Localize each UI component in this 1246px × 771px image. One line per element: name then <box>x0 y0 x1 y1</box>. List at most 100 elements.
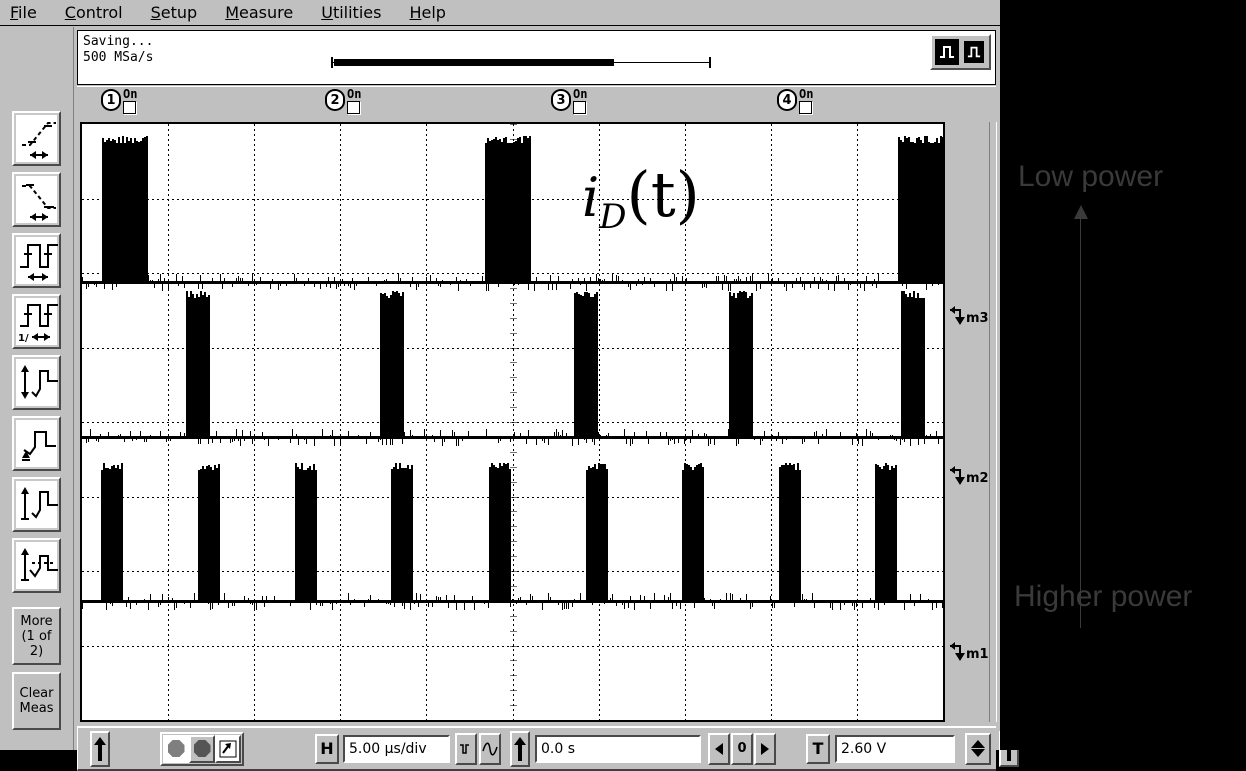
grid-center-tick <box>510 526 517 527</box>
marker-m1[interactable]: m1 <box>949 641 989 667</box>
trace-noise <box>370 432 371 436</box>
trace-noise <box>154 284 155 288</box>
trace-noise <box>144 439 145 442</box>
trace-noise <box>334 439 335 446</box>
menu-item-setup[interactable]: Setup <box>151 3 198 23</box>
more-label-line1: More <box>20 613 53 629</box>
trace-noise <box>510 603 511 607</box>
vertical-scale-up-button[interactable] <box>90 730 110 767</box>
run-button[interactable] <box>163 734 189 763</box>
trace-noise <box>382 439 383 445</box>
trace-noise <box>578 278 579 281</box>
trigger-level-stepper[interactable] <box>965 732 991 765</box>
trace-noise <box>264 603 265 607</box>
menu-item-help[interactable]: Help <box>409 3 445 23</box>
position-zero-button[interactable]: 0 <box>731 732 753 765</box>
trace-noise <box>320 284 321 289</box>
stop-button[interactable] <box>189 734 215 763</box>
trace-noise <box>378 599 379 600</box>
trace-noise <box>468 431 469 436</box>
trace-noise <box>88 284 89 287</box>
channel-4-control[interactable]: 4 On <box>777 88 813 114</box>
waveform-display-framed-icon[interactable] <box>962 39 986 65</box>
trace-noise <box>804 439 805 442</box>
channel-3-checkbox[interactable] <box>573 101 586 114</box>
waveform-display[interactable]: iD(t) <box>80 122 945 722</box>
channel-2-checkbox[interactable] <box>347 101 360 114</box>
trace-noise <box>470 284 471 286</box>
trace-noise <box>392 439 393 445</box>
trace-noise <box>172 598 173 600</box>
trigger-level-field[interactable]: 2.60 V <box>835 734 955 763</box>
trace-noise <box>932 284 933 286</box>
stepper-down-icon[interactable] <box>971 749 985 757</box>
trace-noise <box>310 603 311 610</box>
acquisition-status-line1: Saving... <box>83 34 154 49</box>
more-measurements-button[interactable]: More (1 of 2) <box>12 607 61 665</box>
trace-noise <box>866 276 867 281</box>
peak-to-peak-button[interactable] <box>12 355 61 410</box>
position-left-button[interactable] <box>708 732 730 765</box>
trace-noise <box>474 603 475 610</box>
menu-item-measure[interactable]: Measure <box>225 3 293 23</box>
rise-time-button[interactable] <box>12 111 61 166</box>
trace-noise <box>600 279 601 281</box>
stepper-up-icon[interactable] <box>971 740 985 748</box>
channel-3-control[interactable]: 3 On <box>551 88 587 114</box>
period-button[interactable] <box>12 233 61 288</box>
menu-item-utilities[interactable]: Utilities <box>321 3 381 23</box>
trace-noise <box>534 284 535 291</box>
average-button[interactable] <box>12 538 61 593</box>
clear-measurements-button[interactable]: Clear Meas <box>12 672 61 730</box>
peak-to-peak-icon <box>16 359 58 406</box>
trace-noise <box>516 603 517 604</box>
delay-scale-button[interactable] <box>510 730 530 767</box>
maximum-button[interactable] <box>12 416 61 471</box>
run-circle-icon <box>167 740 185 757</box>
trace-noise <box>432 435 433 436</box>
trace-noise <box>350 603 351 605</box>
position-right-button[interactable] <box>754 732 776 765</box>
trace-noise <box>548 284 549 290</box>
trigger-setup-button[interactable]: T <box>806 733 830 764</box>
oscilloscope-window: File Control Setup Measure Utilities Hel… <box>0 0 1019 771</box>
marker-m2[interactable]: m2 <box>949 465 989 491</box>
channel-1-control[interactable]: 1 On <box>101 88 137 114</box>
single-shot-button[interactable] <box>215 734 241 763</box>
trace-noise <box>558 603 559 605</box>
channel-4-checkbox[interactable] <box>799 101 812 114</box>
trace-noise <box>596 274 597 281</box>
trace-noise <box>638 279 639 281</box>
delay-field[interactable]: 0.0 s <box>535 734 701 763</box>
pulse-m3-1 <box>102 144 148 282</box>
marker-m1-label: m1 <box>966 646 989 662</box>
trace-noise <box>118 435 119 436</box>
menu-item-file[interactable]: File <box>10 3 37 23</box>
trace-noise <box>168 597 169 600</box>
trace-noise <box>826 280 827 281</box>
fall-time-button[interactable] <box>12 172 61 227</box>
frequency-button[interactable]: 1/ <box>12 294 61 349</box>
horizontal-setup-button[interactable]: H <box>315 733 339 764</box>
channel-1-checkbox[interactable] <box>123 101 136 114</box>
trace-noise <box>844 278 845 281</box>
trace-noise <box>168 284 169 291</box>
trace-noise <box>390 439 391 445</box>
channel-2-control[interactable]: 2 On <box>325 88 361 114</box>
vertical-scroll-rail[interactable] <box>989 122 997 722</box>
marker-m3[interactable]: m3 <box>949 305 989 331</box>
trace-noise <box>814 432 815 436</box>
progress-fill <box>334 59 614 66</box>
timebase-field[interactable]: 5.00 µs/div <box>343 734 450 763</box>
amplitude-button[interactable] <box>12 477 61 532</box>
trace-noise <box>358 435 359 436</box>
right-arrow-icon <box>761 742 769 755</box>
trace-noise <box>140 431 141 436</box>
trace-noise <box>648 439 649 444</box>
power-arrow-head-icon <box>1074 205 1088 219</box>
timebase-decrease-button[interactable] <box>455 732 477 765</box>
timebase-increase-button[interactable] <box>479 732 501 765</box>
menu-item-control[interactable]: Control <box>65 3 123 23</box>
waveform-display-icon[interactable] <box>935 39 959 65</box>
trace-noise <box>168 434 169 436</box>
